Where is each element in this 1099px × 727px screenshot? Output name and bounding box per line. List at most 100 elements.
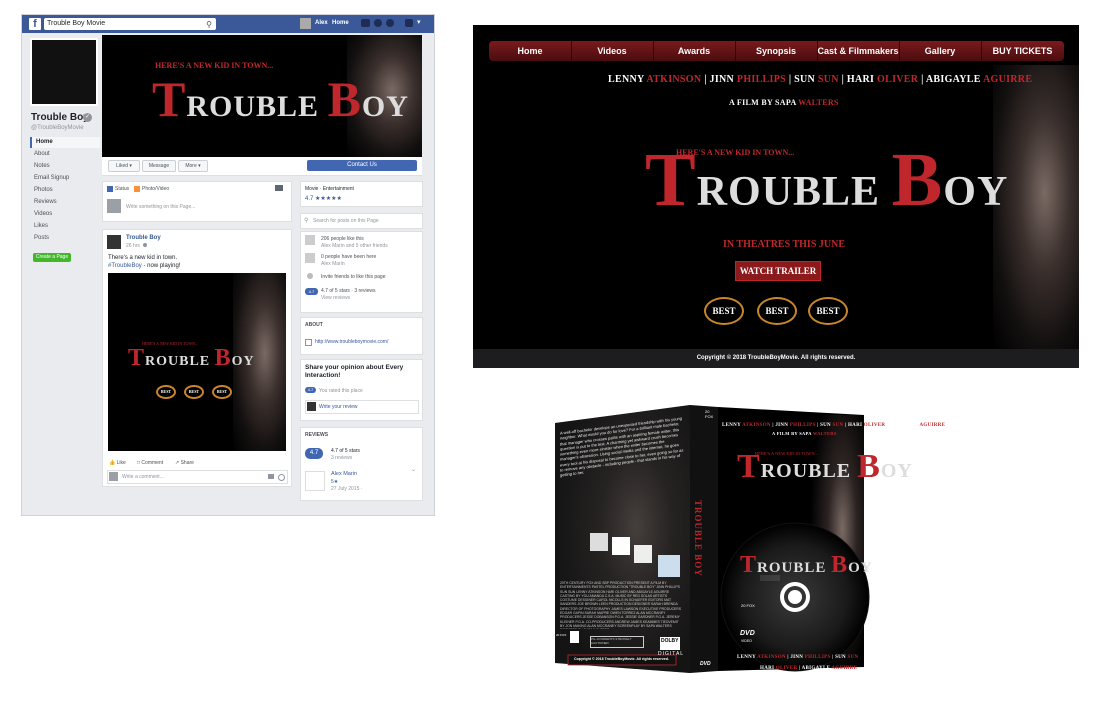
facebook-logo-icon[interactable]: f bbox=[29, 18, 41, 30]
sidebar-item-home[interactable]: Home bbox=[30, 137, 100, 148]
likes-friends[interactable]: Alex Marin and 5 other friends bbox=[321, 243, 388, 249]
dvd-synopsis: A well-off bachelor develops an unexpect… bbox=[560, 415, 684, 478]
rated-badge: 4.7 bbox=[305, 387, 316, 393]
sidebar-item-posts[interactable]: Posts bbox=[30, 233, 100, 244]
post-hashtag[interactable]: #TroubleBoy bbox=[108, 263, 142, 269]
composer-photo-tab[interactable]: Photo/Video bbox=[142, 186, 169, 192]
invite-friends-link[interactable]: Invite friends to like this page bbox=[321, 274, 385, 280]
nav-awards[interactable]: Awards bbox=[653, 41, 736, 61]
sidebar-item-email-signup[interactable]: Email Signup bbox=[30, 173, 100, 184]
post-avatar[interactable] bbox=[107, 235, 121, 249]
message-button[interactable]: Message bbox=[142, 160, 176, 172]
like-button[interactable]: 👍 Like bbox=[109, 460, 126, 466]
post-time[interactable]: 26 hrs bbox=[126, 243, 140, 249]
been-here-friend[interactable]: Alex Marin bbox=[321, 261, 345, 267]
reviewer-name[interactable]: Alex Marin bbox=[331, 471, 357, 477]
nav-buy-tickets[interactable]: BUY TICKETS bbox=[981, 41, 1064, 61]
profile-picture[interactable] bbox=[30, 38, 98, 106]
nav-videos[interactable]: Videos bbox=[571, 41, 654, 61]
post-title-oy: OY bbox=[231, 354, 255, 369]
chevron-down-icon[interactable]: ⌄ bbox=[411, 466, 416, 473]
website-link[interactable]: http://www.troubleboymovie.com/ bbox=[315, 339, 388, 345]
rating-summary[interactable]: 4.7 of 5 stars · 3 reviews bbox=[321, 288, 375, 294]
film-by-last: WALTERS bbox=[798, 98, 839, 107]
top-home-link[interactable]: Home bbox=[332, 20, 349, 26]
liked-button[interactable]: Liked ▾ bbox=[108, 160, 140, 172]
sidebar-item-reviews[interactable]: Reviews bbox=[30, 197, 100, 208]
create-page-button[interactable]: Create a Page bbox=[33, 253, 71, 262]
dvd-cast-1-last: ATKINSON bbox=[742, 423, 771, 428]
composer-input[interactable]: Write something on this Page... bbox=[126, 204, 195, 210]
nav-synopsis[interactable]: Synopsis bbox=[735, 41, 818, 61]
nav-gallery[interactable]: Gallery bbox=[899, 41, 982, 61]
search-icon[interactable]: ⚲ bbox=[206, 19, 212, 31]
post-author[interactable]: Trouble Boy bbox=[126, 235, 161, 241]
chevron-down-icon[interactable]: ▾ bbox=[417, 18, 421, 26]
cast-4-first: HARI bbox=[846, 74, 875, 85]
avatar bbox=[107, 199, 121, 213]
page-category[interactable]: Movie · Entertainment bbox=[305, 186, 354, 192]
camera-icon[interactable] bbox=[275, 185, 283, 191]
sidebar-item-notes[interactable]: Notes bbox=[30, 161, 100, 172]
page-title[interactable]: Trouble Boy bbox=[31, 112, 89, 123]
hero-title-rouble: ROUBLE bbox=[696, 169, 881, 215]
page-rating[interactable]: 4.7 ★★★★★ bbox=[305, 195, 342, 202]
contact-us-button[interactable]: Contact Us bbox=[307, 160, 417, 171]
disc-cast-line-2: HARI OLIVER | ABIGAYLE AGUIRRE bbox=[760, 666, 857, 671]
sidebar-item-about[interactable]: About bbox=[30, 149, 100, 160]
reviews-count[interactable]: 3 reviews bbox=[331, 455, 352, 461]
cover-photo[interactable]: HERE'S A NEW KID IN TOWN... TROUBLE BOY bbox=[102, 35, 422, 157]
friends-icon[interactable] bbox=[361, 19, 370, 27]
review-date[interactable]: 27 July 2015 · bbox=[331, 486, 362, 492]
been-here-count[interactable]: 0 people have been here bbox=[321, 254, 376, 260]
camera-icon[interactable] bbox=[268, 474, 274, 479]
share-button[interactable]: ↗ Share bbox=[175, 460, 194, 466]
notifications-icon[interactable] bbox=[386, 19, 394, 27]
dvd-cast-3-last: SUN bbox=[832, 423, 844, 428]
more-button[interactable]: More ▾ bbox=[178, 160, 208, 172]
likes-count[interactable]: 206 people like this bbox=[321, 236, 364, 242]
nav-home[interactable]: Home bbox=[489, 41, 572, 61]
community-card: 206 people like this Alex Marin and 5 ot… bbox=[300, 231, 423, 313]
sidebar-item-likes[interactable]: Likes bbox=[30, 221, 100, 232]
website-mockup: Home Videos Awards Synopsis Cast & Filmm… bbox=[473, 25, 1079, 368]
dvd-cast-5-first: ABIGAYLE bbox=[889, 423, 919, 428]
film-by: A FILM BY SAPA WALTERS bbox=[729, 98, 839, 107]
write-review-box[interactable]: Write your review bbox=[305, 400, 419, 414]
comment-input[interactable]: Write a comment... bbox=[122, 474, 164, 480]
sidebar-item-photos[interactable]: Photos bbox=[30, 185, 100, 196]
post-laurel-2: BEST bbox=[184, 385, 204, 399]
comment-button[interactable]: □ Comment bbox=[137, 460, 163, 466]
post-card: Trouble Boy 26 hrs There's a new kid in … bbox=[102, 229, 292, 487]
cast-list: LENNY ATKINSON | JINN PHILLIPS | SUN SUN… bbox=[608, 74, 1032, 85]
post-title-t: T bbox=[128, 345, 146, 371]
like-label: Like bbox=[116, 460, 126, 466]
emoji-icon[interactable] bbox=[278, 474, 285, 481]
reviews-score[interactable]: 4.7 of 5 stars bbox=[331, 448, 360, 454]
cover-title: TROUBLE BOY bbox=[152, 69, 409, 137]
reviewer-avatar[interactable] bbox=[305, 471, 325, 491]
nav-cast-filmmakers[interactable]: Cast & Filmmakers bbox=[817, 41, 900, 61]
cast-separator: | bbox=[772, 423, 774, 428]
more-button-label: More ▾ bbox=[185, 163, 201, 169]
search-input[interactable]: Trouble Boy Movie ⚲ bbox=[44, 18, 216, 30]
dvd-cast-4-first: HARI bbox=[847, 423, 863, 428]
post-title-rouble: ROUBLE bbox=[145, 354, 211, 369]
spine-dvd-logo: DVD bbox=[700, 661, 711, 667]
page-handle: @TroubleBoyMovie bbox=[31, 125, 84, 131]
help-icon[interactable] bbox=[405, 19, 413, 27]
page-search-input[interactable]: Search for posts on this Page bbox=[313, 218, 379, 224]
avatar[interactable] bbox=[300, 18, 311, 29]
disc-cast-line-1: LENNY ATKINSON | JINN PHILLIPS | SUN SUN bbox=[737, 655, 858, 660]
page-search[interactable]: ⚲ Search for posts on this Page bbox=[300, 213, 423, 229]
composer-status-tab[interactable]: Status bbox=[115, 186, 129, 192]
disc-cast-1-last: ATKINSON bbox=[757, 655, 786, 660]
sidebar-item-videos[interactable]: Videos bbox=[30, 209, 100, 220]
messages-icon[interactable] bbox=[374, 19, 382, 27]
write-review-link[interactable]: Write your review bbox=[319, 404, 358, 410]
watch-trailer-button[interactable]: WATCH TRAILER bbox=[735, 261, 821, 281]
comment-box[interactable]: Write a comment... bbox=[107, 470, 288, 484]
post-image[interactable]: HERE'S A NEW KID IN TOWN... TROUBLE BOY … bbox=[108, 273, 286, 451]
view-reviews-link[interactable]: View reviews bbox=[321, 295, 350, 301]
top-user-name[interactable]: Alex bbox=[315, 20, 328, 26]
